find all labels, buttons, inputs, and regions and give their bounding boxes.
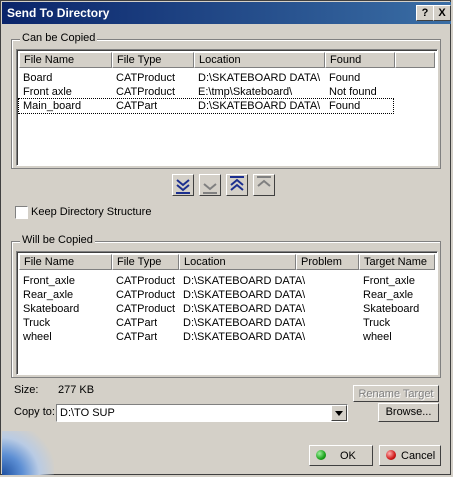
column-header-file-name[interactable]: File Name [19, 52, 112, 68]
found-cell: Found [329, 100, 361, 112]
file-type-cell: CATProduct [116, 86, 176, 98]
chevron-down-icon [203, 183, 217, 194]
target-name-cell: wheel [363, 331, 392, 343]
column-header-found[interactable]: Found [325, 52, 395, 68]
location-cell: D:\SKATEBOARD DATA\ [183, 303, 306, 315]
column-header-location[interactable]: Location [194, 52, 325, 68]
column-header-filler [395, 52, 435, 68]
close-button[interactable]: X [433, 5, 451, 21]
table-row[interactable]: Truck CATPart D:\SKATEBOARD DATA\ Truck [19, 316, 433, 330]
green-dot-icon [316, 450, 326, 460]
file-type-cell: CATPart [116, 331, 158, 343]
file-type-cell: CATProduct [116, 275, 176, 287]
column-header-file-name[interactable]: File Name [19, 254, 112, 270]
send-to-directory-dialog: Send To Directory ? X Can be Copied File… [0, 0, 451, 475]
file-type-cell: CATProduct [116, 303, 176, 315]
chevron-down-icon [335, 411, 343, 416]
file-name-cell: Skateboard [23, 303, 80, 315]
decorative-globe-graphic [2, 431, 54, 475]
column-header-target-name[interactable]: Target Name [359, 254, 435, 270]
copy-to-value: D:\TO SUP [60, 407, 115, 419]
file-type-cell: CATProduct [116, 289, 176, 301]
can-be-copied-list[interactable]: File Name File Type Location Found Board… [16, 49, 438, 166]
location-cell: D:\SKATEBOARD DATA\ [183, 275, 306, 287]
column-header-location[interactable]: Location [179, 254, 296, 270]
move-all-down-button[interactable] [172, 174, 194, 196]
found-cell: Found [329, 72, 361, 84]
table-row[interactable]: wheel CATPart D:\SKATEBOARD DATA\ wheel [19, 330, 433, 344]
ok-label: OK [340, 450, 356, 462]
dropdown-arrow-button[interactable] [331, 405, 347, 421]
red-dot-icon [386, 450, 396, 460]
keep-directory-structure-label[interactable]: Keep Directory Structure [31, 206, 151, 218]
target-name-cell: Rear_axle [363, 289, 414, 301]
rename-target-button[interactable]: Rename Target [353, 385, 439, 402]
move-all-up-button[interactable] [226, 174, 248, 196]
table-row[interactable]: Front_axle CATProduct D:\SKATEBOARD DATA… [19, 274, 433, 288]
cancel-button[interactable]: Cancel [379, 445, 441, 466]
chevron-up-icon [257, 176, 271, 187]
target-name-cell: Truck [363, 317, 391, 329]
location-cell: D:\SKATEBOARD DATA\ [183, 289, 306, 301]
will-be-copied-list[interactable]: File Name File Type Location Problem Tar… [16, 251, 438, 375]
cancel-label: Cancel [401, 450, 436, 462]
column-header-file-type[interactable]: File Type [112, 52, 194, 68]
table-row[interactable]: Rear_axle CATProduct D:\SKATEBOARD DATA\… [19, 288, 433, 302]
table-row[interactable]: Front axle CATProduct E:\tmp\Skateboard\… [19, 85, 433, 99]
file-name-cell: Main_board [23, 100, 82, 112]
dialog-title: Send To Directory [7, 6, 110, 20]
location-cell: D:\SKATEBOARD DATA\ [183, 317, 306, 329]
file-name-cell: Front_axle [23, 275, 75, 287]
column-header-file-type[interactable]: File Type [112, 254, 179, 270]
size-label: Size: [14, 384, 39, 396]
can-be-copied-label: Can be Copied [20, 32, 98, 44]
ok-button[interactable]: OK [309, 445, 373, 466]
file-type-cell: CATPart [116, 317, 158, 329]
double-chevron-down-icon [176, 179, 190, 194]
found-cell: Not found [329, 86, 377, 98]
move-up-button[interactable] [253, 174, 275, 196]
move-down-button[interactable] [199, 174, 221, 196]
double-chevron-up-icon [230, 176, 244, 191]
file-type-cell: CATPart [116, 100, 158, 112]
target-name-cell: Skateboard [363, 303, 420, 315]
location-cell: E:\tmp\Skateboard\ [198, 86, 293, 98]
table-row[interactable]: Board CATProduct D:\SKATEBOARD DATA\ Fou… [19, 71, 433, 85]
location-cell: D:\SKATEBOARD DATA\ [183, 331, 306, 343]
file-name-cell: Board [23, 72, 53, 84]
copy-to-label: Copy to: [14, 406, 55, 418]
file-name-cell: wheel [23, 331, 52, 343]
size-value: 277 KB [58, 384, 95, 396]
location-cell: D:\SKATEBOARD DATA\ [198, 72, 321, 84]
file-name-cell: Rear_axle [23, 289, 74, 301]
table-row-focused[interactable]: Main_board CATPart D:\SKATEBOARD DATA\ F… [18, 98, 394, 114]
copy-to-combobox[interactable]: D:\TO SUP [56, 404, 348, 422]
file-name-cell: Truck [23, 317, 51, 329]
table-row[interactable]: Skateboard CATProduct D:\SKATEBOARD DATA… [19, 302, 433, 316]
column-header-problem[interactable]: Problem [296, 254, 359, 270]
will-be-copied-label: Will be Copied [20, 234, 95, 246]
file-name-cell: Front axle [23, 86, 72, 98]
help-button[interactable]: ? [416, 5, 434, 21]
location-cell: D:\SKATEBOARD DATA\ [198, 100, 321, 112]
file-type-cell: CATProduct [116, 72, 176, 84]
target-name-cell: Front_axle [363, 275, 415, 287]
keep-directory-structure-checkbox[interactable] [15, 206, 28, 219]
browse-button[interactable]: Browse... [378, 403, 439, 422]
title-bar[interactable]: Send To Directory ? X [2, 2, 451, 24]
